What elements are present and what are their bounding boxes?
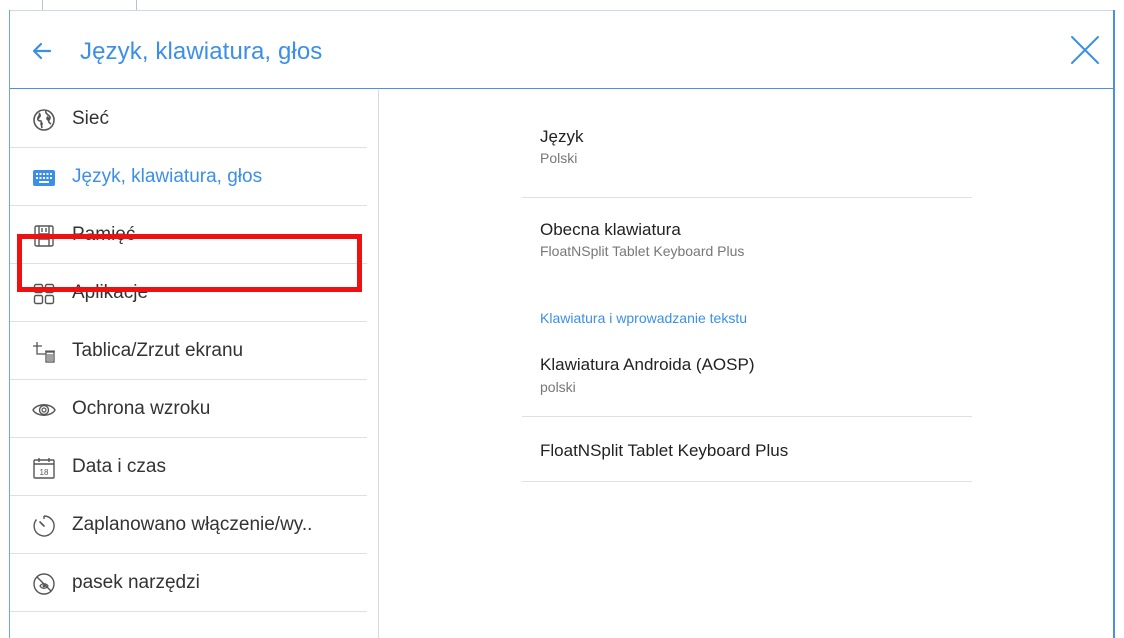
window-edge-marker bbox=[42, 0, 137, 10]
sidebar-item-apps[interactable]: Aplikacje bbox=[10, 264, 367, 322]
sidebar-item-toolbar[interactable]: pasek narzędzi bbox=[10, 554, 367, 612]
pref-title: Klawiatura Androida (AOSP) bbox=[540, 355, 755, 374]
divider bbox=[522, 481, 972, 482]
eye-icon bbox=[32, 404, 56, 416]
pref-current-keyboard[interactable]: Obecna klawiatura FloatNSplit Tablet Key… bbox=[522, 198, 972, 278]
pref-value: polski bbox=[540, 379, 576, 395]
sidebar-item-label: Ochrona wzroku bbox=[72, 398, 211, 419]
sidebar-item-schedule-power[interactable]: Zaplanowano włączenie/wy.. bbox=[10, 496, 367, 554]
arrow-left-icon bbox=[32, 42, 52, 60]
sidebar-item-network[interactable]: Sieć bbox=[10, 90, 367, 148]
pref-floatnsplit-keyboard[interactable]: FloatNSplit Tablet Keyboard Plus bbox=[522, 417, 972, 481]
pref-title: FloatNSplit Tablet Keyboard Plus bbox=[540, 441, 789, 460]
pref-value: FloatNSplit Tablet Keyboard Plus bbox=[540, 243, 745, 259]
toolbar-icon bbox=[33, 573, 55, 595]
calendar-day-number: 18 bbox=[40, 468, 49, 477]
sidebar-item-eye-protection[interactable]: Ochrona wzroku bbox=[10, 380, 367, 438]
sidebar-item-label: Data i czas bbox=[72, 456, 166, 477]
window-right-border bbox=[1113, 10, 1115, 638]
screenshot-icon bbox=[33, 342, 55, 363]
sidebar-item-label: Pamięć bbox=[72, 224, 136, 245]
header-bar: Język, klawiatura, głos bbox=[10, 11, 1113, 89]
pref-title: Język bbox=[540, 127, 584, 146]
storage-icon bbox=[34, 225, 54, 247]
section-header: Klawiatura i wprowadzanie tekstu bbox=[540, 310, 747, 326]
sidebar-item-date-time[interactable]: 18 Data i czas bbox=[10, 438, 367, 496]
sidebar-item-screenshot[interactable]: Tablica/Zrzut ekranu bbox=[10, 322, 367, 380]
apps-grid-icon bbox=[33, 283, 55, 305]
timer-icon bbox=[33, 515, 55, 537]
sidebar-item-language[interactable]: Język, klawiatura, głos bbox=[10, 148, 367, 206]
back-button[interactable] bbox=[24, 33, 60, 69]
close-button[interactable] bbox=[1068, 33, 1102, 67]
pref-value: Polski bbox=[540, 150, 578, 166]
sidebar-item-label: Zaplanowano włączenie/wy.. bbox=[72, 514, 313, 535]
sidebar-item-storage[interactable]: Pamięć bbox=[10, 206, 367, 264]
pref-language[interactable]: Język Polski bbox=[522, 90, 972, 197]
sidebar-item-label: pasek narzędzi bbox=[72, 572, 200, 593]
calendar-icon: 18 bbox=[33, 458, 55, 479]
sidebar: Sieć Język, klawiatura, głos Pamięć Apli… bbox=[10, 90, 379, 638]
globe-icon bbox=[33, 109, 55, 131]
keyboard-icon bbox=[33, 170, 55, 186]
sidebar-item-label: Tablica/Zrzut ekranu bbox=[72, 340, 244, 361]
pref-aosp-keyboard[interactable]: Klawiatura Androida (AOSP) polski bbox=[522, 330, 972, 416]
sidebar-item-label: Aplikacje bbox=[72, 282, 149, 303]
close-icon bbox=[1071, 36, 1099, 64]
sidebar-item-label: Język, klawiatura, głos bbox=[72, 166, 263, 187]
pref-title: Obecna klawiatura bbox=[540, 220, 681, 239]
page-title: Język, klawiatura, głos bbox=[80, 38, 323, 65]
settings-window: Język, klawiatura, głos Sieć Język, klaw… bbox=[10, 11, 1113, 638]
sidebar-item-label: Sieć bbox=[72, 108, 109, 129]
